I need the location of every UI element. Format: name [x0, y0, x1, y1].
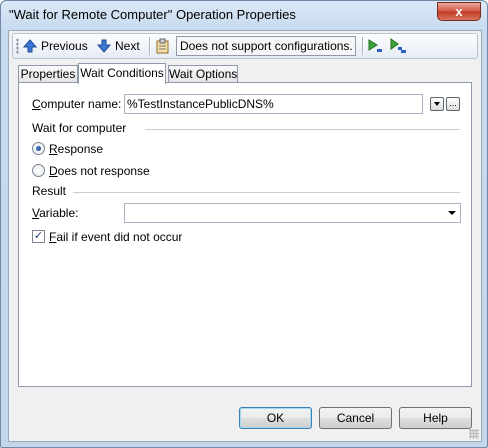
group-divider: [145, 129, 460, 130]
toolbar: Previous Next Does not support configura…: [12, 33, 478, 59]
no-response-radio-label[interactable]: Does not response: [49, 164, 150, 178]
response-radio[interactable]: [32, 142, 45, 155]
tab-wait-conditions[interactable]: Wait Conditions: [78, 63, 166, 84]
title-bar[interactable]: "Wait for Remote Computer" Operation Pro…: [1, 1, 487, 29]
play-tree-icon: [390, 38, 406, 53]
result-group-label: Result: [32, 184, 67, 198]
fail-if-event-checkbox[interactable]: ✓: [32, 230, 45, 243]
computer-name-dropdown-button[interactable]: [430, 97, 444, 111]
previous-label: Previous: [41, 39, 88, 53]
next-button[interactable]: Next: [97, 36, 140, 56]
variable-select[interactable]: [124, 203, 461, 223]
play-step-icon: [368, 39, 382, 52]
clipboard-icon: [156, 38, 169, 54]
next-label: Next: [115, 39, 140, 53]
toolbar-grip-icon[interactable]: [16, 38, 19, 54]
chevron-down-icon: [448, 211, 456, 215]
run-tree-button[interactable]: [389, 36, 407, 56]
response-radio-label[interactable]: Response: [49, 142, 103, 156]
cancel-button[interactable]: Cancel: [319, 407, 392, 429]
run-step-button[interactable]: [367, 36, 383, 56]
wait-conditions-panel: Computer name: %TestInstancePublicDNS% .…: [18, 82, 472, 387]
arrow-down-icon: [97, 39, 111, 53]
browse-button[interactable]: ...: [446, 97, 460, 111]
dialog-client-area: Previous Next Does not support configura…: [8, 30, 482, 442]
configurations-button[interactable]: [155, 36, 171, 56]
window-title: "Wait for Remote Computer" Operation Pro…: [9, 7, 296, 22]
group-divider: [73, 192, 460, 193]
ok-button[interactable]: OK: [239, 407, 312, 429]
fail-if-event-label[interactable]: Fail if event did not occur: [49, 230, 182, 244]
tab-wait-options[interactable]: Wait Options: [168, 65, 238, 83]
close-icon: x: [455, 4, 463, 19]
close-button[interactable]: x: [437, 2, 481, 21]
arrow-up-icon: [23, 39, 37, 53]
configurations-status[interactable]: Does not support configurations.: [176, 36, 356, 56]
previous-button[interactable]: Previous: [23, 36, 88, 56]
chevron-down-icon: [434, 101, 440, 106]
tab-properties[interactable]: Properties: [18, 65, 78, 83]
toolbar-separator: [362, 37, 363, 55]
dialog-window: "Wait for Remote Computer" Operation Pro…: [0, 0, 488, 448]
computer-name-label: Computer name:: [32, 97, 122, 111]
resize-grip-icon[interactable]: [469, 429, 479, 439]
checkmark-icon: ✓: [33, 230, 44, 242]
computer-name-input[interactable]: %TestInstancePublicDNS%: [124, 94, 423, 114]
no-response-radio[interactable]: [32, 164, 45, 177]
variable-label: Variable:: [32, 206, 79, 220]
toolbar-separator: [149, 37, 150, 55]
help-button[interactable]: Help: [399, 407, 472, 429]
wait-group-label: Wait for computer: [32, 121, 127, 135]
